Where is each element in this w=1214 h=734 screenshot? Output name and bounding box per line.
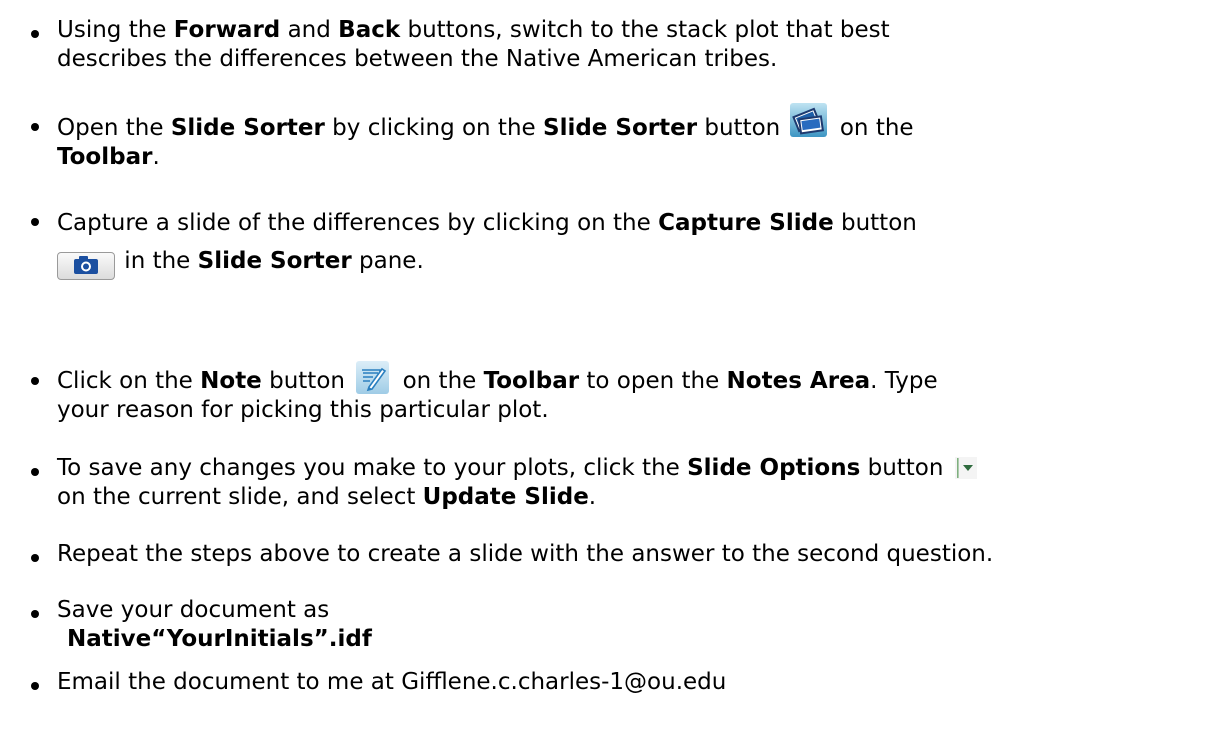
bold-term: Notes Area [726, 368, 871, 394]
text-run: To save any changes you make to your plo… [57, 455, 688, 481]
text-run: Click on the [57, 368, 201, 394]
bold-term: Forward [173, 17, 281, 43]
text-run: describes the differences between the Na… [57, 46, 778, 72]
bullet-dot [31, 218, 39, 226]
note-pencil-icon [356, 361, 390, 394]
text-run: Open the [57, 115, 171, 141]
item-text: Capture a slide of the differences by cl… [57, 204, 1207, 280]
slide-sorter-icon [789, 103, 827, 137]
bullet-dot [31, 554, 39, 562]
bold-term: Back [338, 17, 401, 43]
text-run: button [833, 210, 917, 236]
text-run: by clicking on the [324, 115, 543, 141]
bullet-dot [31, 377, 39, 385]
bullet-dot [31, 30, 39, 38]
item-text: Open the Slide Sorter by clicking on the… [57, 103, 1207, 172]
bold-term: Capture Slide [658, 210, 834, 236]
bullet-dot [31, 468, 39, 476]
text-run: Email the document to me at Gifflene.c.c… [57, 669, 727, 695]
text-run: button [261, 368, 353, 394]
text-run: Repeat the steps above to create a slide… [57, 541, 994, 567]
item-text: Save your document as Native“YourInitial… [57, 596, 1207, 654]
text-run: . [588, 484, 597, 510]
bold-term: Slide Sorter [170, 115, 325, 141]
text-run: buttons, switch to the stack plot that b… [400, 17, 890, 43]
text-run: . [152, 144, 160, 170]
bold-term: Toolbar [57, 144, 153, 170]
slide-options-dropdown-icon [954, 457, 977, 479]
item-text: Using the Forward and Back buttons, swit… [57, 16, 1207, 74]
item-text: Email the document to me at Gifflene.c.c… [57, 668, 1207, 697]
filename-text: Native“YourInitials”.idf [67, 626, 372, 652]
bold-term: Toolbar [483, 368, 580, 394]
text-run: Capture a slide of the differences by cl… [57, 210, 659, 236]
text-run: button [697, 115, 788, 141]
text-run: your reason for picking this particular … [57, 397, 549, 423]
bold-term: Slide Sorter [197, 248, 352, 274]
item-text: Repeat the steps above to create a slide… [57, 540, 1207, 569]
bold-term: Slide Options [687, 455, 861, 481]
text-run: and [280, 17, 339, 43]
bullet-dot [31, 123, 39, 131]
bold-term: Slide Sorter [543, 115, 698, 141]
text-run: on the [832, 115, 914, 141]
camera-icon [57, 252, 115, 280]
bullet-dot [31, 610, 39, 618]
text-run: Save your document as [57, 597, 330, 623]
text-run: in the [117, 248, 198, 274]
text-run: on the [395, 368, 484, 394]
bold-term: Note [200, 368, 262, 394]
item-text: To save any changes you make to your plo… [57, 454, 1207, 512]
text-run: on the current slide, and select [57, 484, 423, 510]
text-run: button [860, 455, 951, 481]
text-run: Using the [57, 17, 174, 43]
text-run: pane. [351, 248, 424, 274]
text-run: to open the [579, 368, 727, 394]
item-text: Click on the Note button on the Toolbar … [57, 361, 1207, 425]
bullet-dot [31, 682, 39, 690]
bold-term: Update Slide [422, 484, 589, 510]
text-run: . Type [870, 368, 938, 394]
